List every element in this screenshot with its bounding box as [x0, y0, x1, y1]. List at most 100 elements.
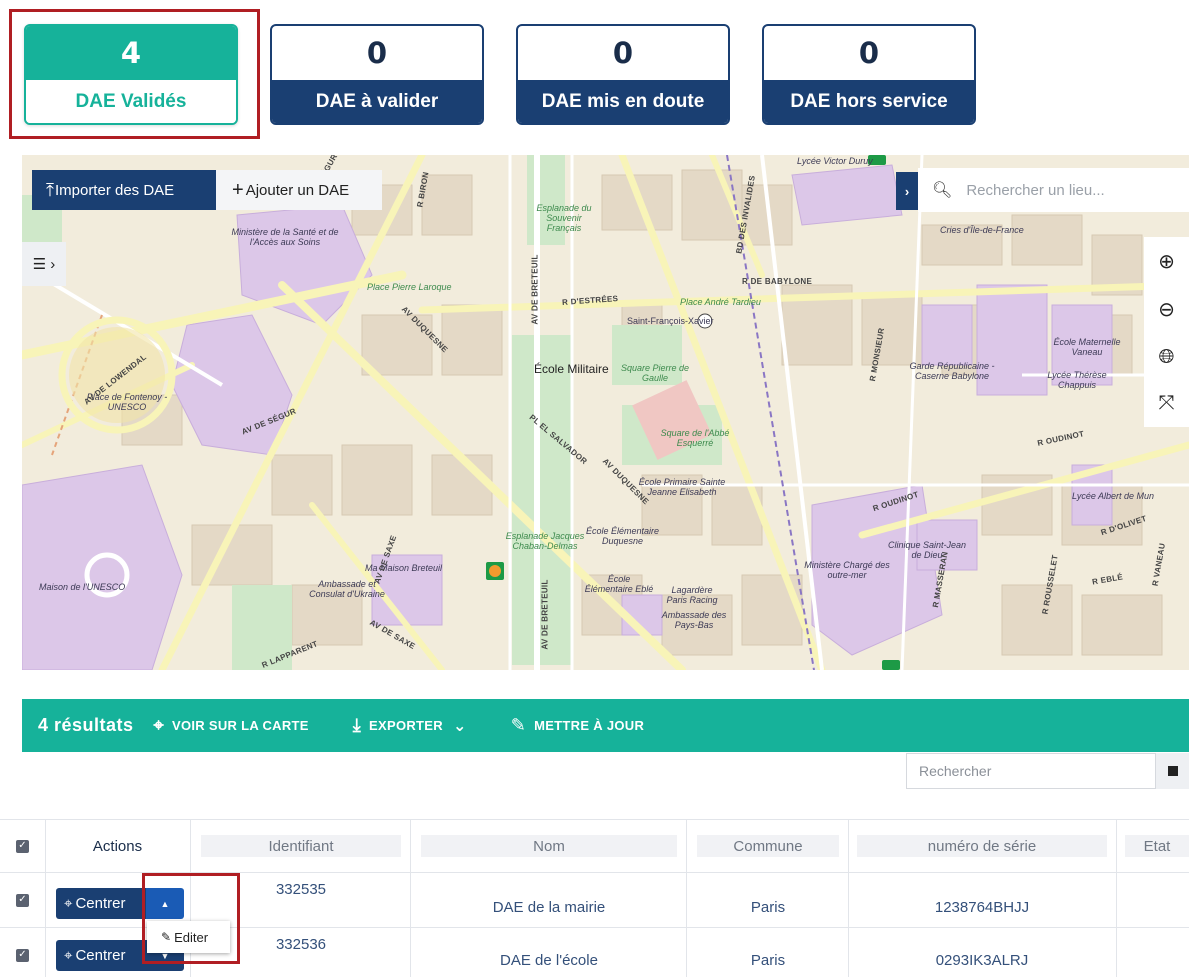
- map-label: Lagardère Paris Racing: [666, 585, 718, 605]
- map-label: École Maternelle Vaneau: [1053, 337, 1121, 357]
- edit-label: Editer: [174, 929, 209, 945]
- stat-label: DAE à valider: [272, 80, 482, 123]
- crosshair-icon: ⌖: [64, 895, 73, 912]
- table-search-placeholder: Rechercher: [919, 763, 992, 779]
- table-search-button[interactable]: [1156, 753, 1189, 789]
- results-toolbar: 4 résultats ⌖ VOIR SUR LA CARTE ⤓ EXPORT…: [22, 699, 1189, 752]
- caret-up-icon: ▲: [160, 898, 170, 909]
- header-commune-label: Commune: [697, 835, 839, 857]
- header-numero-serie[interactable]: numéro de série: [857, 820, 1107, 872]
- search-icon: 🔍︎: [932, 182, 953, 199]
- cell-nom: DAE de l'école: [500, 951, 598, 969]
- map-label: Esplanade du Souvenir Français: [536, 203, 592, 233]
- cell-numero-serie: 0293IK3ALRJ: [935, 951, 1029, 969]
- stat-card-out-of-service[interactable]: 0 DAE hors service: [762, 24, 976, 125]
- road-label: AV DE BRETEUIL: [540, 579, 550, 650]
- map-label: Place Pierre Laroque: [367, 282, 452, 292]
- place-search-placeholder: Rechercher un lieu...: [966, 181, 1105, 199]
- zoom-out-icon[interactable]: ⊖: [1147, 297, 1187, 322]
- center-label: Centrer: [75, 895, 126, 912]
- header-actions: Actions: [92, 837, 143, 855]
- list-icon: ☰ ›: [32, 256, 56, 273]
- globe-icon[interactable]: 🌐︎: [1147, 346, 1187, 369]
- update-label: METTRE À JOUR: [534, 718, 645, 733]
- check-icon: ✓: [16, 948, 29, 962]
- stat-card-doubtful[interactable]: 0 DAE mis en doute: [516, 24, 730, 125]
- header-commune[interactable]: Commune: [697, 820, 839, 872]
- pencil-icon: ✎: [510, 715, 527, 735]
- header-identifiant-label: Identifiant: [201, 835, 401, 857]
- import-dae-button[interactable]: ⤒ Importer des DAE: [32, 170, 216, 210]
- see-on-map-button[interactable]: ⌖ VOIR SUR LA CARTE: [154, 715, 309, 736]
- map-layers-toggle[interactable]: ☰ ›: [22, 242, 66, 286]
- map-label: Place André Tardieu: [680, 297, 761, 307]
- stat-count: 0: [366, 36, 388, 70]
- table-header-row: ✓ Actions Identifiant Nom Commune numéro…: [0, 819, 1189, 873]
- stat-label: DAE Validés: [26, 80, 236, 123]
- stat-label: DAE mis en doute: [518, 80, 728, 123]
- header-nom[interactable]: Nom: [421, 820, 677, 872]
- map-label: Esplanade Jacques Chaban-Delmas: [505, 531, 585, 551]
- map-label: Lycée Thérèse Chappuis: [1047, 370, 1107, 390]
- cell-etat: [1125, 873, 1189, 927]
- cell-identifiant: 332535: [275, 881, 327, 898]
- fullscreen-icon[interactable]: ⤧: [1147, 392, 1187, 415]
- map-label: Lycée Victor Duruy: [797, 156, 873, 166]
- cell-commune: Paris: [750, 951, 786, 969]
- select-all-checkbox[interactable]: ✓: [0, 820, 45, 872]
- export-label: EXPORTER: [369, 718, 443, 733]
- add-dae-button[interactable]: + Ajouter un DAE: [216, 170, 382, 210]
- upload-icon: ⤒: [46, 179, 54, 200]
- cell-numero-serie: 1238764BHJJ: [934, 898, 1030, 916]
- row-checkbox[interactable]: ✓: [0, 928, 45, 977]
- center-label: Centrer: [75, 947, 126, 964]
- map-label: Ministère Chargé des outre-mer: [804, 560, 890, 580]
- crosshair-icon: ⌖: [153, 715, 164, 735]
- plus-icon: +: [232, 178, 244, 201]
- map-label: Maison de l'UNESCO: [39, 582, 126, 592]
- export-button[interactable]: ⤓ EXPORTER ⌄: [353, 715, 467, 736]
- table-search-input[interactable]: Rechercher: [906, 753, 1156, 789]
- map-label: École Militaire: [534, 362, 609, 376]
- dae-table: ✓ Actions Identifiant Nom Commune numéro…: [0, 819, 1189, 977]
- chevron-down-icon: ⌄: [452, 717, 467, 735]
- header-etat[interactable]: Etat: [1125, 820, 1189, 872]
- row-actions-toggle[interactable]: ▲: [146, 888, 184, 919]
- place-search-input[interactable]: 🔍︎ Rechercher un lieu...: [918, 168, 1189, 212]
- cell-nom: DAE de la mairie: [492, 898, 606, 916]
- stat-label: DAE hors service: [764, 80, 974, 123]
- stat-card-to-validate[interactable]: 0 DAE à valider: [270, 24, 484, 125]
- pencil-icon: ✎: [161, 930, 172, 944]
- row-actions-menu[interactable]: ✎ Editer: [147, 921, 230, 953]
- cell-etat: [1125, 928, 1189, 977]
- header-identifiant[interactable]: Identifiant: [201, 820, 401, 872]
- stat-count: 0: [858, 36, 880, 70]
- map-label: Square Pierre de Gaulle: [620, 363, 690, 383]
- map-label: École Élémentaire Eblé: [584, 574, 654, 594]
- check-icon: ✓: [16, 893, 29, 907]
- center-button[interactable]: ⌖ Centrer: [56, 888, 146, 919]
- square-icon: [1167, 766, 1178, 776]
- search-collapse-button[interactable]: ›: [896, 172, 918, 210]
- update-button[interactable]: ✎ METTRE À JOUR: [511, 715, 644, 736]
- check-icon: ✓: [16, 839, 29, 853]
- road-label: R DE BABYLONE: [742, 277, 813, 286]
- cell-commune: Paris: [750, 898, 786, 916]
- map-view[interactable]: École Militaire Ministère de la Santé et…: [22, 155, 1189, 670]
- add-dae-label: Ajouter un DAE: [245, 181, 350, 199]
- header-numero-serie-label: numéro de série: [857, 835, 1107, 857]
- map-label: Clinique Saint-Jean de Dieu: [887, 540, 967, 560]
- table-row[interactable]: ✓ ⌖ Centrer ▲ 332535 DAE de la mairie Pa…: [0, 873, 1189, 928]
- download-icon: ⤓: [352, 715, 362, 735]
- map-label: Lycée Albert de Mun: [1072, 491, 1155, 501]
- row-checkbox[interactable]: ✓: [0, 873, 45, 927]
- road-label: AV DE BRETEUIL: [530, 254, 540, 325]
- cell-identifiant: 332536: [275, 936, 327, 953]
- map-toolbar: ⊕ ⊖ 🌐︎ ⤧: [1144, 237, 1189, 427]
- header-nom-label: Nom: [421, 835, 677, 857]
- center-button[interactable]: ⌖ Centrer: [56, 940, 146, 971]
- zoom-in-icon[interactable]: ⊕: [1147, 249, 1187, 274]
- map-label: Ambassade des Pays-Bas: [661, 610, 727, 630]
- map-label: Cries d'Île-de-France: [940, 225, 1024, 235]
- stat-card-validated[interactable]: 4 DAE Validés: [24, 24, 238, 125]
